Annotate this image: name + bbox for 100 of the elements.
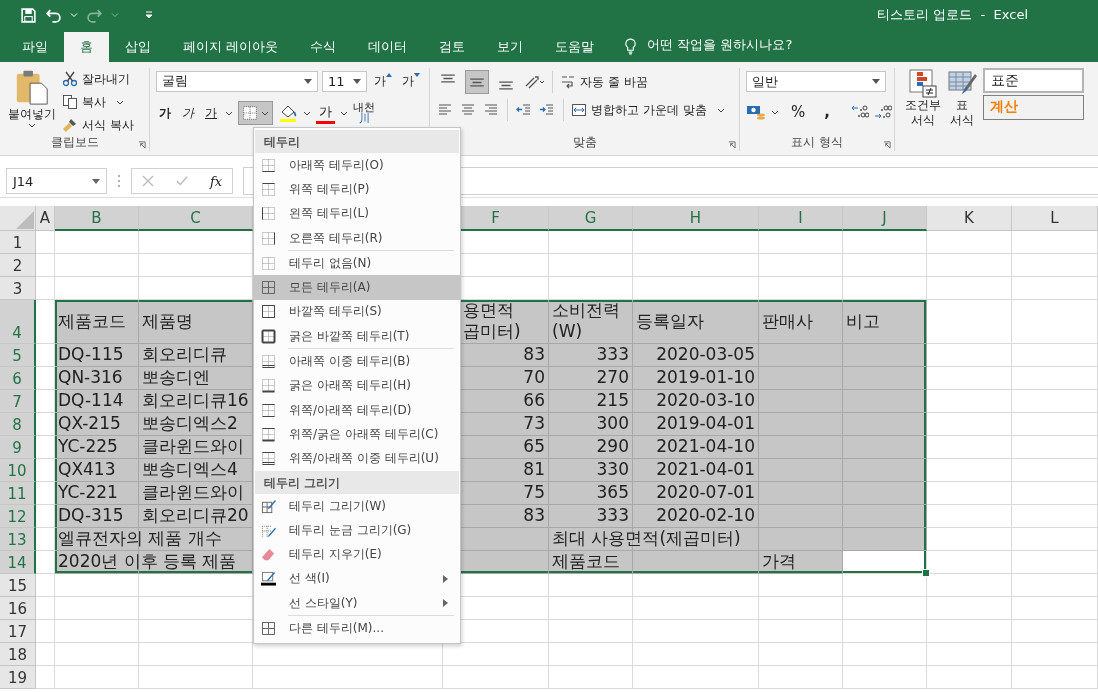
row-header[interactable]: 16 <box>0 596 36 620</box>
menu-item[interactable]: 다른 테두리(M)... <box>254 616 460 641</box>
bold-button[interactable]: 가 <box>156 104 174 122</box>
menu-item[interactable]: 아래쪽 테두리(O) <box>254 153 460 178</box>
caret-icon[interactable] <box>771 109 779 115</box>
menu-item[interactable]: 아래쪽 이중 테두리(B) <box>254 349 460 374</box>
column-header[interactable]: B <box>55 206 139 231</box>
menu-item[interactable]: 위쪽 테두리(P) <box>254 177 460 202</box>
row-header[interactable]: 6 <box>0 366 36 390</box>
dialog-launcher-icon[interactable] <box>728 141 736 149</box>
insert-function-button[interactable]: fx <box>210 173 223 189</box>
customize-icon[interactable] <box>145 11 153 19</box>
row-header[interactable]: 2 <box>0 254 36 277</box>
row-header[interactable]: 15 <box>0 573 36 597</box>
phonetic-button[interactable]: 내천 川 <box>353 102 375 124</box>
row-header[interactable]: 1 <box>0 231 36 254</box>
row-header[interactable]: 11 <box>0 481 36 505</box>
ribbon-tab[interactable]: 수식 <box>294 32 353 62</box>
menu-item[interactable]: 굵은 아래쪽 테두리(H) <box>254 373 460 398</box>
column-header[interactable]: K <box>927 206 1012 231</box>
row-header[interactable]: 12 <box>0 504 36 528</box>
wrap-text-button[interactable]: 자동 줄 바꿈 <box>560 71 648 93</box>
row-header[interactable]: 10 <box>0 458 36 482</box>
column-header[interactable]: L <box>1012 206 1098 231</box>
menu-item[interactable]: 테두리 눈금 그리기(G) <box>254 518 460 543</box>
menu-item[interactable]: 선 색(I) <box>254 566 460 592</box>
number-format-field[interactable]: 일반 <box>746 71 886 92</box>
dialog-launcher-icon[interactable] <box>138 141 146 149</box>
font-size-field[interactable]: 11 <box>321 70 367 92</box>
decrease-font-size-button[interactable]: 가 <box>399 72 423 90</box>
menu-item[interactable]: 바깥쪽 테두리(S) <box>254 299 460 325</box>
orientation-icon[interactable] <box>523 74 545 90</box>
paint-bucket-icon[interactable] <box>278 103 298 123</box>
align-left-icon[interactable] <box>437 102 453 118</box>
decrease-indent-icon[interactable] <box>516 102 532 118</box>
ribbon-tab[interactable]: 데이터 <box>352 32 424 62</box>
borders-button[interactable] <box>238 101 273 125</box>
money-icon[interactable] <box>746 104 766 120</box>
merge-center-button[interactable]: 병합하고 가운데 맞춤 <box>571 99 725 121</box>
menu-item[interactable]: 모든 테두리(A) <box>254 275 460 300</box>
name-box[interactable]: J14 <box>6 168 107 194</box>
increase-decimal-icon[interactable] <box>850 104 869 120</box>
save-icon[interactable] <box>20 6 37 24</box>
italic-button[interactable]: 가 <box>179 104 197 122</box>
middle-align-button[interactable] <box>465 70 489 94</box>
menu-item[interactable]: 위쪽/아래쪽 테두리(D) <box>254 397 460 423</box>
ribbon-tab[interactable]: 파일 <box>6 32 64 62</box>
increase-font-size-button[interactable]: 가 <box>371 72 395 90</box>
font-color-button[interactable]: 가 <box>316 102 335 124</box>
dialog-launcher-icon[interactable] <box>883 141 891 149</box>
font-name-field[interactable]: 굴림 <box>156 70 318 92</box>
column-header[interactable]: J <box>843 206 927 231</box>
menu-item[interactable]: 위쪽/아래쪽 이중 테두리(U) <box>254 446 460 471</box>
ribbon-tab[interactable]: 보기 <box>481 32 540 62</box>
align-right-icon[interactable] <box>483 102 499 118</box>
ribbon-tab[interactable]: 홈 <box>64 32 109 62</box>
column-header[interactable]: G <box>549 206 633 231</box>
decrease-decimal-icon[interactable] <box>873 104 892 120</box>
row-header[interactable]: 9 <box>0 435 36 459</box>
increase-indent-icon[interactable] <box>539 102 555 118</box>
copy-button[interactable]: 복사 <box>62 91 134 113</box>
menu-item[interactable]: 위쪽/굵은 아래쪽 테두리(C) <box>254 422 460 447</box>
row-header[interactable]: 8 <box>0 412 36 436</box>
conditional-formatting-button[interactable]: 조건부 서식 <box>905 68 941 151</box>
fill-handle[interactable] <box>922 568 930 577</box>
column-header[interactable]: I <box>759 206 843 231</box>
menu-item[interactable]: 테두리 없음(N) <box>254 251 460 276</box>
column-header[interactable]: C <box>139 206 253 231</box>
paste-button[interactable]: 붙여넣기 <box>6 68 58 136</box>
ribbon-tab[interactable]: 페이지 레이아웃 <box>167 32 295 62</box>
row-header[interactable]: 7 <box>0 389 36 413</box>
menu-item[interactable]: 선 스타일(Y) <box>254 591 460 616</box>
align-center-icon[interactable] <box>460 102 476 118</box>
row-header[interactable]: 14 <box>0 550 36 574</box>
menu-item[interactable]: 테두리 그리기(W) <box>254 493 460 519</box>
column-header[interactable]: A <box>36 206 55 231</box>
row-header[interactable]: 3 <box>0 277 36 300</box>
underline-button[interactable]: 가 <box>202 104 220 122</box>
menu-item[interactable]: 테두리 지우기(E) <box>254 542 460 567</box>
caret-icon[interactable] <box>225 110 233 116</box>
menu-item[interactable]: 굵은 바깥쪽 테두리(T) <box>254 324 460 349</box>
cell-style-swatch[interactable]: 표준 <box>983 68 1084 93</box>
cut-button[interactable]: 잘라내기 <box>62 68 134 90</box>
tell-me-search[interactable]: 어떤 작업을 원하시나요? <box>647 36 793 54</box>
column-header[interactable]: H <box>633 206 759 231</box>
caret-icon[interactable] <box>303 110 311 116</box>
caret-icon[interactable] <box>340 110 348 116</box>
comma-button[interactable]: , <box>821 103 833 121</box>
row-header[interactable]: 18 <box>0 642 36 666</box>
row-header[interactable]: 13 <box>0 527 36 551</box>
format-painter-button[interactable]: 서식 복사 <box>62 114 134 136</box>
ribbon-tab[interactable]: 도움말 <box>539 32 611 62</box>
lightbulb-icon[interactable] <box>624 38 638 55</box>
row-header[interactable]: 5 <box>0 343 36 367</box>
ribbon-tab[interactable]: 삽입 <box>109 32 167 62</box>
format-as-table-button[interactable]: 표 서식 <box>947 68 977 151</box>
ribbon-tab[interactable]: 검토 <box>423 32 482 62</box>
row-header[interactable]: 4 <box>0 300 36 344</box>
percent-button[interactable]: % <box>788 103 809 121</box>
row-header[interactable]: 19 <box>0 665 36 689</box>
